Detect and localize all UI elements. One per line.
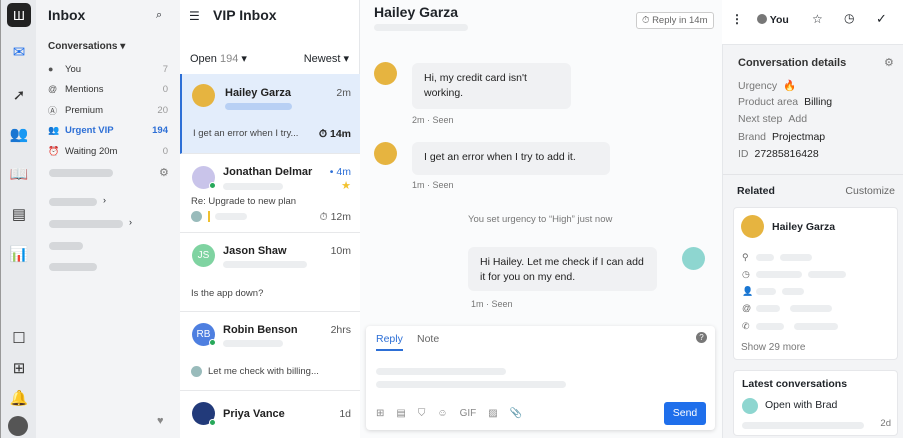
contact-card: Hailey Garza ⚲ ◷ 👤 @ ✆ Show 29 more (733, 207, 898, 360)
avatar (374, 142, 397, 165)
attachment-icon[interactable]: 📎 (510, 408, 522, 419)
nav-item-waiting[interactable]: ⏰ Waiting 20m 0 (48, 142, 168, 160)
show-more-link[interactable]: Show 29 more (741, 342, 805, 353)
nav-item-mentions[interactable]: @ Mentions 0 (48, 80, 168, 98)
sla-timer: ⏱ 12m (319, 211, 351, 223)
settings-icon[interactable]: ⚙ (884, 56, 894, 69)
location-icon: ⚲ (742, 252, 749, 262)
avatar (192, 84, 215, 107)
contacts-icon[interactable]: 👥 (7, 122, 31, 146)
avatar (191, 211, 202, 222)
sort-dropdown[interactable]: Newest ▾ (304, 52, 349, 65)
conversation-title: Hailey Garza (374, 4, 459, 20)
send-button[interactable]: Send (664, 402, 706, 425)
sla-timer: ⏱ 14m (318, 128, 351, 140)
avatar (191, 366, 202, 377)
avatar-icon: ● (48, 64, 54, 74)
emoji-icon[interactable]: ☺ (437, 408, 447, 419)
next-step-field[interactable]: Next step Add (738, 113, 807, 125)
customize-link[interactable]: Customize (845, 185, 895, 197)
at-icon: @ (48, 84, 58, 94)
message-bubble: Hi Hailey. Let me check if I can add it … (468, 247, 657, 291)
team-icon: 👥 (48, 124, 60, 135)
reply-input[interactable] (376, 368, 506, 375)
article-icon[interactable]: ▤ (396, 408, 405, 419)
snooze-icon[interactable]: ◷ (844, 11, 854, 25)
shortcuts-icon[interactable]: ⊞ (376, 408, 384, 419)
contact-name[interactable]: Hailey Garza (772, 221, 835, 233)
tab-reply[interactable]: Reply (376, 333, 403, 351)
chevron-right-icon[interactable]: › (129, 217, 132, 227)
premium-icon: Ⓐ (48, 105, 58, 116)
alarm-icon: ⏰ (48, 145, 60, 156)
icon-rail: Ш ✉ ➚ 👥 📖 ▤ 📊 ☐ ⊞ 🔔 (0, 0, 36, 438)
list-item[interactable]: RB Robin Benson 2hrs Let me check with b… (180, 312, 360, 391)
message-bubble: Hi, my credit card isn't working. (412, 63, 571, 109)
avatar (742, 398, 758, 414)
list-item[interactable]: Priya Vance 1d (180, 391, 360, 438)
star-icon[interactable]: ☆ (812, 12, 823, 26)
list-title: VIP Inbox (213, 7, 277, 23)
avatar (682, 247, 705, 270)
book-icon[interactable]: 📖 (7, 162, 31, 186)
list-item[interactable]: Hailey Garza 2m I get an error when I tr… (180, 74, 360, 154)
nav-item-you[interactable]: ● You 7 (48, 60, 168, 78)
send-icon[interactable]: ➚ (7, 83, 31, 107)
search-icon[interactable]: ⌕ (156, 9, 162, 22)
email-icon: @ (742, 303, 752, 313)
settings-icon[interactable]: ⚙ (159, 166, 169, 179)
unread-dot: • (329, 166, 334, 178)
bookmark-icon[interactable]: ⛉ (418, 408, 426, 419)
image-icon[interactable]: ▨ (488, 408, 497, 419)
phone-icon: ✆ (742, 321, 750, 331)
reply-sla-badge: ⏱ Reply in 14m (636, 12, 714, 29)
bell-icon[interactable]: 🔔 (7, 386, 31, 410)
conversation-list: ☰ VIP Inbox Open 194 ▾ Newest ▾ Hailey G… (180, 0, 360, 438)
message-bubble: I get an error when I try to add it. (412, 142, 610, 175)
list-item[interactable]: Jonathan Delmar • 4m ★ Re: Upgrade to ne… (180, 154, 360, 233)
status-filter[interactable]: Open 194 ▾ (190, 52, 247, 65)
conversations-section[interactable]: Conversations ▾ (48, 41, 125, 52)
chevron-right-icon[interactable]: › (103, 195, 106, 205)
help-icon[interactable]: ? (696, 332, 707, 343)
nav-item-urgent-vip[interactable]: 👥 Urgent VIP 194 (48, 121, 168, 139)
gif-button[interactable]: GIF (460, 408, 477, 419)
reports-icon[interactable]: ▤ (7, 202, 31, 226)
chart-icon[interactable]: 📊 (7, 242, 31, 266)
avatar: JS (192, 244, 215, 267)
urgency-field[interactable]: Urgency 🔥 (738, 79, 796, 92)
clock-icon: ◷ (742, 269, 750, 279)
avatar (741, 215, 764, 238)
latest-conversations-card: Latest conversations Open with Brad 2d (733, 370, 898, 436)
related-heading: Related (737, 185, 775, 197)
star-icon[interactable]: ★ (341, 179, 351, 192)
logo-icon[interactable]: Ш (7, 3, 31, 27)
user-avatar[interactable] (8, 416, 28, 436)
product-area-field[interactable]: Product area Billing (738, 96, 832, 108)
inbox-nav: Inbox ⌕ Conversations ▾ ● You 7 @ Mentions 0… (36, 0, 180, 438)
composer: Reply Note ? ⊞ ▤ ⛉ ☺ GIF ▨ 📎 Send (366, 326, 715, 430)
assignee-button[interactable]: You (757, 14, 789, 26)
close-conversation-icon[interactable]: ✓ (876, 11, 887, 27)
user-icon: 👤 (742, 286, 754, 296)
apps-icon[interactable]: ⊞ (7, 356, 31, 380)
list-item[interactable]: JS Jason Shaw 10m Is the app down? (180, 233, 360, 312)
latest-conversations-heading: Latest conversations (742, 378, 848, 390)
conversation-panel: Hailey Garza ⏱ Reply in 14m ⋮ You ☆ ◷ ✓ … (360, 0, 887, 438)
nav-title: Inbox (48, 7, 86, 23)
tab-note[interactable]: Note (417, 333, 439, 345)
id-field: ID 27285816428 (738, 148, 819, 160)
heart-icon[interactable]: ♥ (157, 415, 164, 427)
more-icon[interactable]: ⋮ (731, 12, 743, 26)
event-note: You set urgency to “High” just now (468, 214, 613, 225)
details-title: Conversation details (738, 57, 847, 69)
messenger-icon[interactable]: ☐ (7, 326, 31, 350)
brand-field[interactable]: Brand Projectmap (738, 131, 825, 143)
nav-item-premium[interactable]: Ⓐ Premium 20 (48, 101, 168, 119)
latest-conversation-item[interactable]: Open with Brad (765, 399, 837, 411)
inbox-icon[interactable]: ✉ (7, 40, 31, 64)
details-panel: Conversation details ⚙ Urgency 🔥 Product … (722, 44, 903, 438)
avatar (374, 62, 397, 85)
menu-icon[interactable]: ☰ (189, 9, 200, 23)
